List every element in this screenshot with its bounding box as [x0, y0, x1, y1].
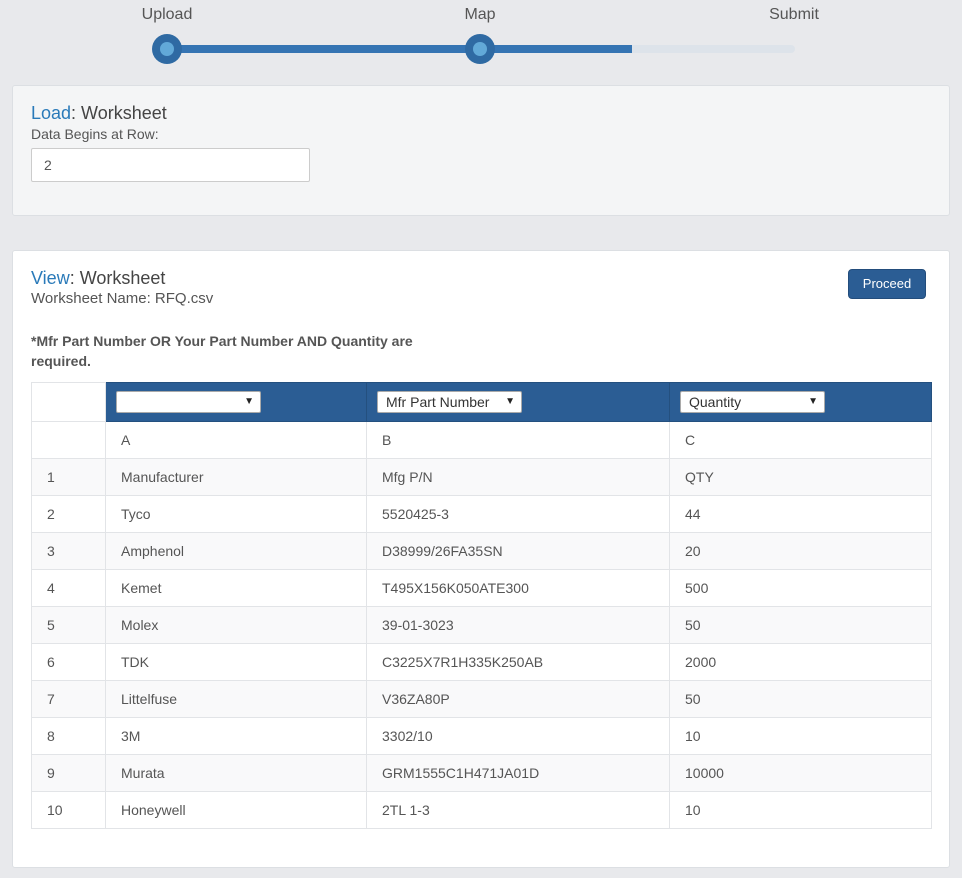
cell-b: T495X156K050ATE300: [366, 569, 670, 607]
table-row: 7 Littelfuse V36ZA80P 50: [31, 680, 932, 718]
cell-a: Manufacturer: [105, 458, 367, 496]
view-title-accent: View: [31, 268, 70, 288]
mapping-cell-a: ▼: [105, 382, 367, 422]
cell-a: Murata: [105, 754, 367, 792]
column-letter-cell: A: [105, 421, 367, 459]
row-number-cell: 3: [31, 532, 106, 570]
table-body: A B C 1 Manufacturer Mfg P/N QTY 2 Tyco 5520425-3…: [31, 421, 932, 829]
table-row: 6 TDK C3225X7R1H335K250AB 2000: [31, 643, 932, 681]
step-label-upload: Upload: [141, 6, 193, 23]
cell-b: D38999/26FA35SN: [366, 532, 670, 570]
load-worksheet-panel: Load: Worksheet Data Begins at Row:: [12, 85, 950, 216]
progress-stepper: Upload Map Submit: [0, 0, 962, 80]
step-label-map: Map: [464, 6, 496, 23]
cell-a: Honeywell: [105, 791, 367, 829]
cell-a: Littelfuse: [105, 680, 367, 718]
column-letters-row: ABC: [31, 421, 932, 459]
cell-b: 39-01-3023: [366, 606, 670, 644]
column-b-mapping-value: Mfr Part Number: [386, 394, 490, 410]
chevron-down-icon: ▼: [244, 396, 254, 407]
load-title-accent: Load: [31, 103, 72, 123]
data-begins-row-input[interactable]: [31, 148, 310, 182]
table-row: 2 Tyco 5520425-3 44: [31, 495, 932, 533]
cell-a: Amphenol: [105, 532, 367, 570]
view-title-rest: : Worksheet: [69, 268, 166, 288]
column-a-mapping-select[interactable]: ▼: [116, 391, 261, 413]
column-c-mapping-value: Quantity: [689, 394, 742, 410]
column-b-mapping-select[interactable]: Mfr Part Number ▼: [377, 391, 522, 413]
cell-c: 44: [669, 495, 932, 533]
cell-b: 3302/10: [366, 717, 670, 755]
required-fields-note: *Mfr Part Number OR Your Part Number AND…: [31, 333, 413, 369]
row-number-cell: 4: [31, 569, 106, 607]
progress-track-fill: [167, 45, 632, 53]
mapping-header-row: ▼ Mfr Part Number ▼ Quantity ▼: [31, 382, 932, 422]
column-letter-cell: C: [669, 421, 932, 459]
column-letter-cell: B: [366, 421, 670, 459]
chevron-down-icon: ▼: [808, 396, 818, 407]
worksheet-name: Worksheet Name: RFQ.csv: [31, 290, 214, 307]
row-number-cell: 5: [31, 606, 106, 644]
cell-c: QTY: [669, 458, 932, 496]
mapping-cell-c: Quantity ▼: [669, 382, 932, 422]
column-c-mapping-select[interactable]: Quantity ▼: [680, 391, 825, 413]
table-row: 9 Murata GRM1555C1H471JA01D 10000: [31, 754, 932, 792]
cell-a: TDK: [105, 643, 367, 681]
proceed-button[interactable]: Proceed: [848, 269, 926, 299]
corner-cell: [31, 382, 106, 422]
table-row: 5 Molex 39-01-3023 50: [31, 606, 932, 644]
table-row: 1 Manufacturer Mfg P/N QTY: [31, 458, 932, 496]
cell-c: 10000: [669, 754, 932, 792]
cell-c: 50: [669, 680, 932, 718]
cell-b: 5520425-3: [366, 495, 670, 533]
worksheet-table: ▼ Mfr Part Number ▼ Quantity ▼ A B C 1 Manuf…: [31, 382, 932, 829]
cell-b: Mfg P/N: [366, 458, 670, 496]
cell-c: 50: [669, 606, 932, 644]
table-row: 3 Amphenol D38999/26FA35SN 20: [31, 532, 932, 570]
cell-c: 2000: [669, 643, 932, 681]
row-number-cell: [31, 421, 106, 459]
step-label-submit: Submit: [769, 6, 819, 23]
load-title-rest: : Worksheet: [71, 103, 167, 123]
row-number-cell: 9: [31, 754, 106, 792]
cell-a: Tyco: [105, 495, 367, 533]
row-number-cell: 8: [31, 717, 106, 755]
cell-a: 3M: [105, 717, 367, 755]
view-worksheet-panel: View: Worksheet Worksheet Name: RFQ.csv …: [12, 250, 950, 868]
step-dot-map[interactable]: [465, 34, 495, 64]
table-row: 8 3M 3302/10 10: [31, 717, 932, 755]
load-panel-title: Load: Worksheet: [31, 103, 167, 124]
data-begins-label: Data Begins at Row:: [31, 126, 159, 142]
cell-b: C3225X7R1H335K250AB: [366, 643, 670, 681]
table-row: 4 Kemet T495X156K050ATE300 500: [31, 569, 932, 607]
chevron-down-icon: ▼: [505, 396, 515, 407]
cell-c: 500: [669, 569, 932, 607]
row-number-cell: 1: [31, 458, 106, 496]
row-number-cell: 10: [31, 791, 106, 829]
cell-a: Molex: [105, 606, 367, 644]
row-number-cell: 2: [31, 495, 106, 533]
cell-c: 10: [669, 791, 932, 829]
view-panel-title: View: Worksheet: [31, 268, 165, 289]
cell-b: 2TL 1-3: [366, 791, 670, 829]
cell-b: V36ZA80P: [366, 680, 670, 718]
row-number-cell: 6: [31, 643, 106, 681]
mapping-cell-b: Mfr Part Number ▼: [366, 382, 670, 422]
cell-b: GRM1555C1H471JA01D: [366, 754, 670, 792]
cell-a: Kemet: [105, 569, 367, 607]
row-number-cell: 7: [31, 680, 106, 718]
step-dot-upload[interactable]: [152, 34, 182, 64]
table-row: 10 Honeywell 2TL 1-3 10: [31, 791, 932, 829]
cell-c: 20: [669, 532, 932, 570]
cell-c: 10: [669, 717, 932, 755]
